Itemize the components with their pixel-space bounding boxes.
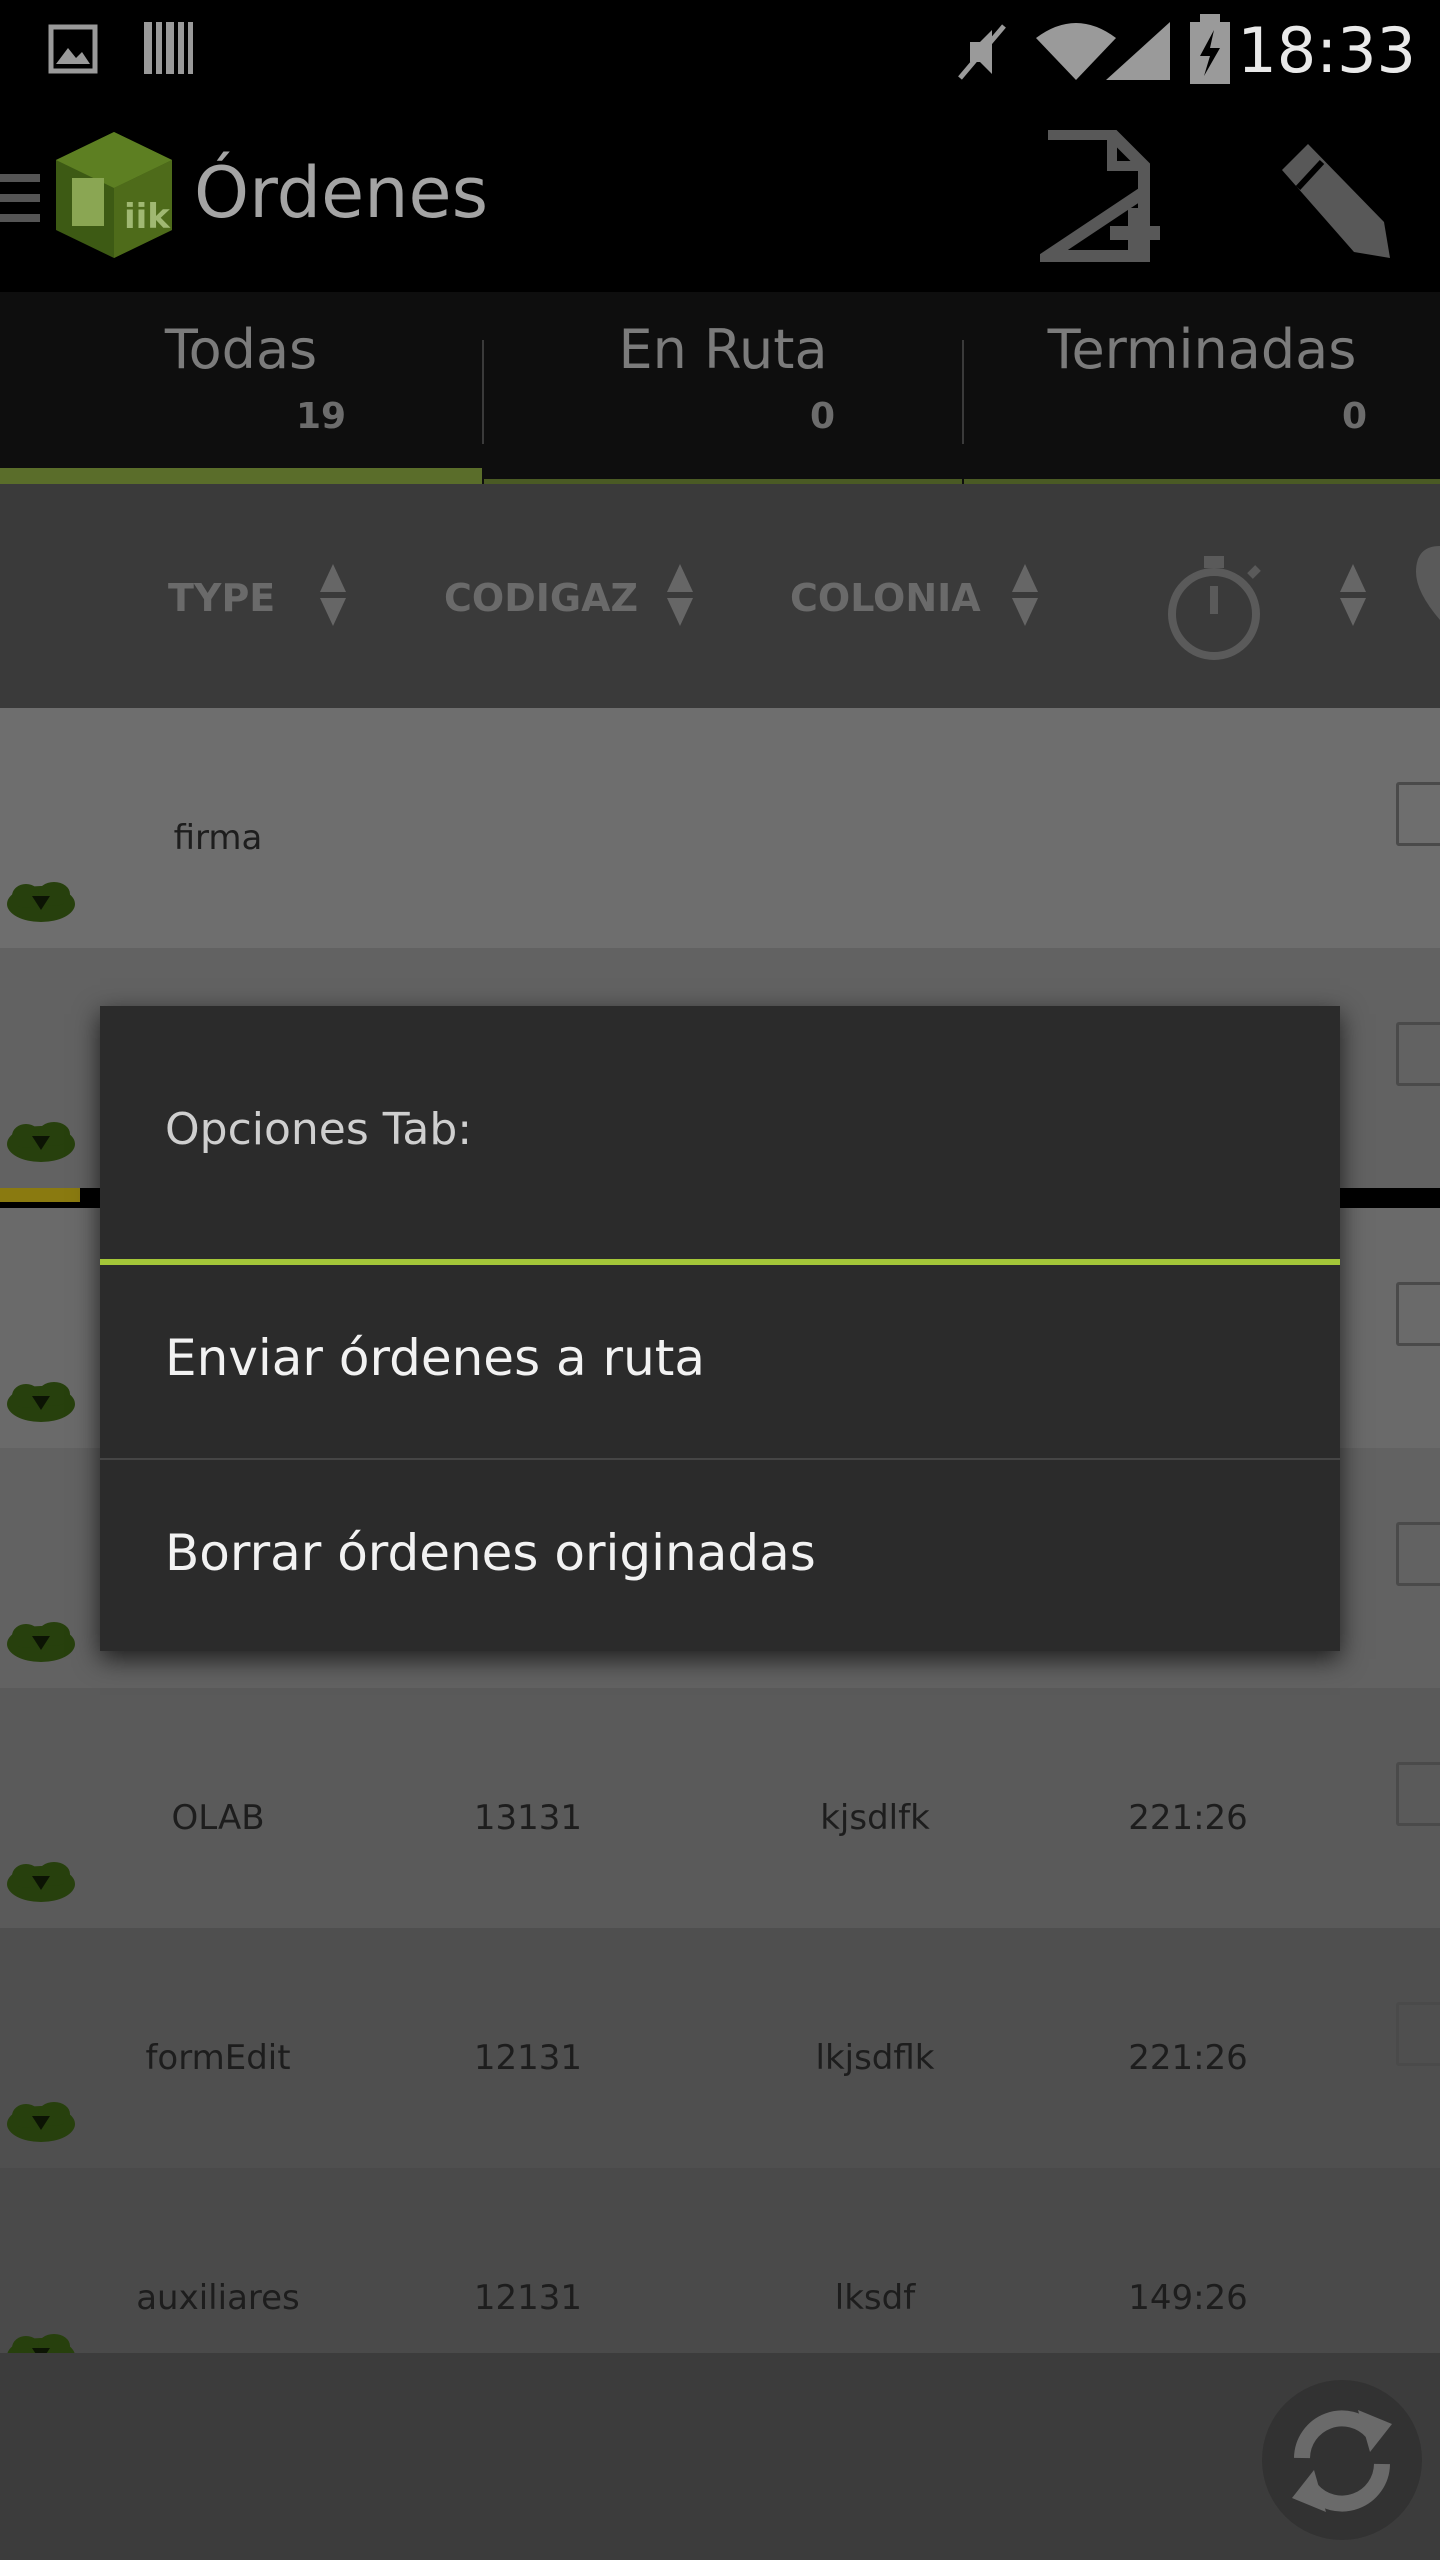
cell-time: 149:26 xyxy=(1128,2278,1248,2318)
tab-options-dialog: Opciones Tab: Enviar órdenes a ruta Borr… xyxy=(100,1006,1340,1651)
row-checkbox[interactable] xyxy=(1396,1022,1440,1086)
cell-time: 221:26 xyxy=(1128,1798,1248,1838)
refresh-icon xyxy=(1292,2410,1392,2512)
cell-type: auxiliares xyxy=(136,2278,300,2318)
action-bar: iik Órdenes xyxy=(0,100,1440,292)
new-document-icon[interactable] xyxy=(1040,130,1170,262)
battery-charging-icon xyxy=(1190,14,1230,84)
column-colonia-header[interactable]: COLONIA xyxy=(790,576,981,620)
status-bar: 18:33 xyxy=(0,0,1440,100)
sort-icon[interactable] xyxy=(665,564,695,626)
column-header: TYPE CODIGAZ COLONIA xyxy=(0,484,1440,708)
app-logo-icon[interactable]: iik xyxy=(52,130,176,260)
sort-icon[interactable] xyxy=(1338,564,1368,626)
row-checkbox[interactable] xyxy=(1396,2002,1440,2066)
cell-type: OLAB xyxy=(171,1798,265,1838)
row-checkbox[interactable] xyxy=(1396,1762,1440,1826)
sort-icon[interactable] xyxy=(1010,564,1040,626)
tab-en-ruta-label: En Ruta xyxy=(618,318,828,381)
tab-terminadas-count: 0 xyxy=(1342,396,1368,437)
tab-terminadas-label: Terminadas xyxy=(1047,318,1357,381)
cell-colonia: lksdf xyxy=(834,2278,916,2318)
expand-arrow-icon[interactable] xyxy=(4,1616,78,1664)
expand-arrow-icon[interactable] xyxy=(4,1376,78,1424)
row-checkbox[interactable] xyxy=(1396,2242,1440,2306)
menu-item-borrar-ordenes[interactable]: Borrar órdenes originadas xyxy=(100,1460,1340,1652)
menu-item-enviar-ordenes[interactable]: Enviar órdenes a ruta xyxy=(100,1265,1340,1457)
cell-colonia: lkjsdflk xyxy=(815,2038,935,2078)
stopwatch-icon[interactable] xyxy=(1162,552,1266,662)
tab-en-ruta-count: 0 xyxy=(810,396,836,437)
svg-text:iik: iik xyxy=(124,197,171,237)
clock: 18:33 xyxy=(1237,14,1416,87)
tab-todas[interactable]: Todas 19 xyxy=(0,292,482,484)
table-row[interactable]: firma xyxy=(0,708,1440,948)
tab-todas-label: Todas xyxy=(164,318,318,381)
dialog-title: Opciones Tab: xyxy=(165,1104,473,1155)
signal-icon xyxy=(1106,22,1170,80)
tab-selected-indicator xyxy=(0,468,482,484)
row-checkbox[interactable] xyxy=(1396,1282,1440,1346)
row-highlight-bar xyxy=(0,1188,80,1202)
row-checkbox[interactable] xyxy=(1396,782,1440,846)
tab-terminadas[interactable]: Terminadas 0 xyxy=(964,292,1440,484)
menu-item-label: Borrar órdenes originadas xyxy=(165,1524,816,1582)
row-checkbox[interactable] xyxy=(1396,1522,1440,1586)
cell-type: firma xyxy=(173,818,263,858)
refresh-button[interactable] xyxy=(1262,2380,1422,2540)
cell-colonia: kjsdlfk xyxy=(820,1798,930,1838)
sort-icon[interactable] xyxy=(318,564,348,626)
tab-todas-count: 19 xyxy=(296,396,347,437)
page-title: Órdenes xyxy=(194,152,489,234)
expand-arrow-icon[interactable] xyxy=(4,2096,78,2144)
drawer-menu-icon[interactable] xyxy=(0,170,44,226)
expand-arrow-icon[interactable] xyxy=(4,1116,78,1164)
cell-codigaz: 13131 xyxy=(473,1798,583,1838)
expand-arrow-icon[interactable] xyxy=(4,1856,78,1904)
location-pin-icon[interactable] xyxy=(1412,542,1440,622)
tab-en-ruta[interactable]: En Ruta 0 xyxy=(484,292,962,484)
column-type-header[interactable]: TYPE xyxy=(168,576,275,620)
menu-item-label: Enviar órdenes a ruta xyxy=(165,1329,706,1387)
cell-type: formEdit xyxy=(145,2038,291,2078)
cell-time: 221:26 xyxy=(1128,2038,1248,2078)
gallery-notification-icon xyxy=(48,24,98,74)
table-row[interactable]: auxiliares 12131 lksdf 149:26 xyxy=(0,2168,1440,2374)
bottom-panel xyxy=(0,2353,1440,2560)
cell-codigaz: 12131 xyxy=(473,2038,583,2078)
pencil-icon[interactable] xyxy=(1262,130,1392,262)
mute-icon xyxy=(958,24,1006,80)
expand-arrow-icon[interactable] xyxy=(4,876,78,924)
tab-bar: Todas 19 En Ruta 0 Terminadas 0 xyxy=(0,292,1440,484)
barcode-notification-icon xyxy=(144,22,193,74)
table-row[interactable]: formEdit 12131 lkjsdflk 221:26 xyxy=(0,1928,1440,2168)
column-codigaz-header[interactable]: CODIGAZ xyxy=(444,576,638,620)
table-row[interactable]: OLAB 13131 kjsdlfk 221:26 xyxy=(0,1688,1440,1928)
cell-codigaz: 12131 xyxy=(473,2278,583,2318)
